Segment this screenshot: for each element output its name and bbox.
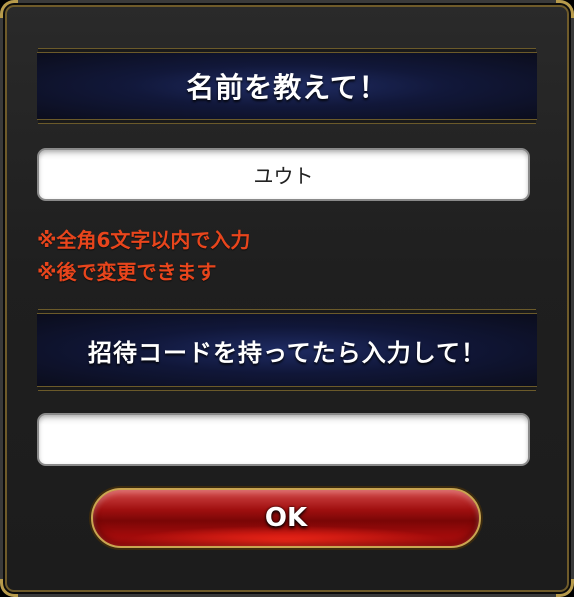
note-changeable-later: ※後で変更できます	[37, 260, 217, 284]
invite-code-input[interactable]	[37, 413, 530, 466]
frame-corner-ornament	[0, 0, 18, 18]
frame-corner-ornament	[0, 579, 18, 597]
frame-corner-ornament	[556, 579, 574, 597]
ok-button[interactable]: OK	[91, 488, 481, 548]
name-entry-dialog: 名前を教えて！ ユウト ※全角6文字以内で入力 ※後で変更できます 招待コードを…	[0, 0, 574, 597]
note-char-limit: ※全角6文字以内で入力	[37, 228, 251, 252]
invite-code-section-title: 招待コードを持ってたら入力して！	[37, 313, 537, 387]
name-input-notes: ※全角6文字以内で入力 ※後で変更できます	[37, 224, 250, 288]
name-input[interactable]: ユウト	[37, 148, 530, 201]
frame-corner-ornament	[556, 0, 574, 18]
name-section-title: 名前を教えて！	[37, 52, 537, 120]
